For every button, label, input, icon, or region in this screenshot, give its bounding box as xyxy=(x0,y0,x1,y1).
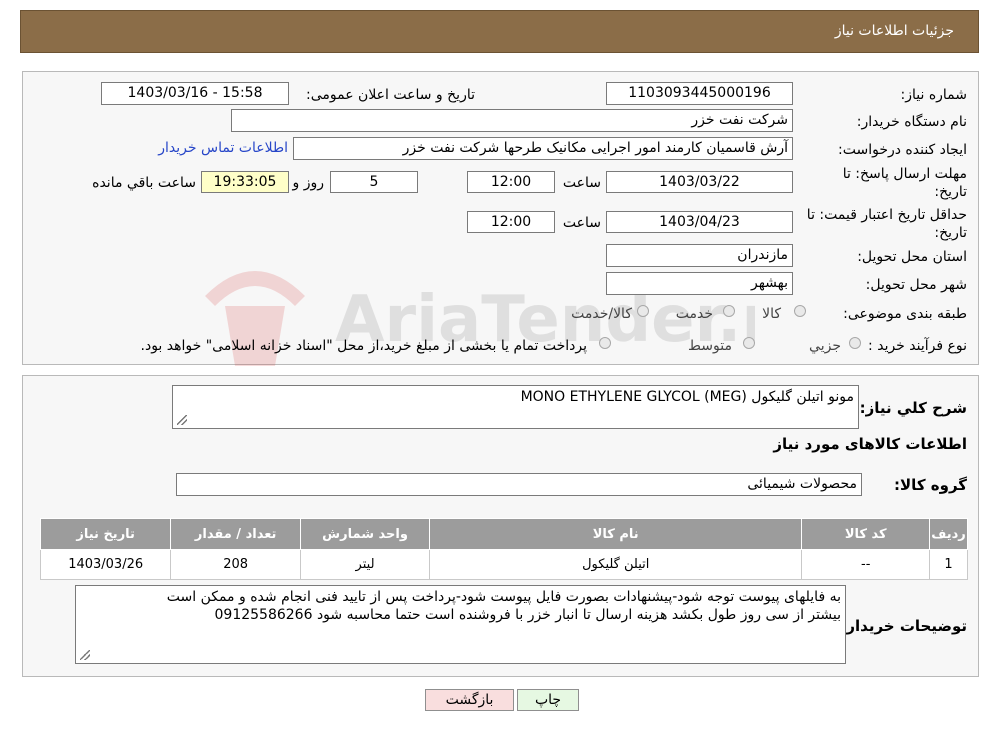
purchase-medium-label: متوسط xyxy=(688,338,732,354)
print-button[interactable]: چاپ xyxy=(517,689,579,711)
province-label: استان محل تحویل: xyxy=(857,249,967,265)
items-table: ردیف کد کالا نام کالا واحد شمارش تعداد /… xyxy=(39,518,968,580)
price-validity-date: 1403/04/23 xyxy=(606,211,793,233)
days-label: روز و xyxy=(292,175,325,191)
description-label: شرح كلي نياز: xyxy=(859,399,967,417)
cell-code: -- xyxy=(801,549,931,580)
buyer-notes-line2: بیشتر از سی روز طول بکشد هزینه ارسال تا … xyxy=(214,607,841,623)
buyer-notes-label: توضیحات خریدار: xyxy=(840,617,967,635)
goods-info-title: اطلاعات کالاهای مورد نیاز xyxy=(773,435,967,453)
table-row: 1 -- اتیلن گلیکول لیتر 208 1403/03/26 xyxy=(39,549,968,580)
cell-name: اتیلن گلیکول xyxy=(429,549,803,580)
category-service-label: خدمت xyxy=(675,306,713,322)
col-name-header: نام کالا xyxy=(429,518,803,550)
category-both-radio[interactable] xyxy=(637,305,649,317)
city-label: شهر محل تحویل: xyxy=(865,277,967,293)
need-number-label: شماره نیاز: xyxy=(900,87,968,103)
buyer-org-label: نام دستگاه خریدار: xyxy=(856,114,967,130)
page-header: جزئیات اطلاعات نیاز xyxy=(20,10,979,53)
back-button[interactable]: بازگشت xyxy=(425,689,514,711)
purchase-minor-label: جزيي xyxy=(809,338,841,354)
province-field: مازندران xyxy=(606,244,793,267)
reply-deadline-time: 12:00 xyxy=(467,171,555,193)
description-field: MONO ETHYLENE GLYCOL (MEG) مونو اتیلن گل… xyxy=(172,385,859,429)
items-table-wrapper: ردیف کد کالا نام کالا واحد شمارش تعداد /… xyxy=(39,518,968,580)
price-validity-time-label: ساعت xyxy=(562,215,601,231)
cell-row: 1 xyxy=(929,549,968,580)
buyer-org-field: شرکت نفت خزر xyxy=(231,109,793,132)
col-date-header: تاریخ نیاز xyxy=(39,518,172,550)
remaining-days: 5 xyxy=(330,171,418,193)
category-goods-label: کالا xyxy=(762,306,781,322)
remaining-time: 19:33:05 xyxy=(201,171,289,193)
category-both-label: کالا/خدمت xyxy=(571,306,632,322)
purchase-type-label: نوع فرآیند خرید : xyxy=(868,338,967,354)
description-text: MONO ETHYLENE GLYCOL (MEG) مونو اتیلن گل… xyxy=(520,389,854,405)
cell-quantity: 208 xyxy=(170,549,302,580)
category-label: طبقه بندی موضوعی: xyxy=(843,306,967,322)
treasury-checkbox[interactable] xyxy=(599,337,611,349)
goods-group-label: گروه کالا: xyxy=(894,476,967,494)
buyer-notes-field: به فایلهای پیوست توجه شود-پیشنهادات بصور… xyxy=(75,585,846,664)
announce-datetime-label: تاریخ و ساعت اعلان عمومی: xyxy=(306,87,475,103)
cell-date: 1403/03/26 xyxy=(39,549,172,580)
treasury-note: پرداخت تمام یا بخشی از مبلغ خرید،از محل … xyxy=(140,338,587,354)
price-validity-time: 12:00 xyxy=(467,211,555,233)
reply-deadline-date: 1403/03/22 xyxy=(606,171,793,193)
requester-field: آرش قاسمیان کارمند امور اجرایی مکانیک طر… xyxy=(293,137,793,160)
purchase-minor-radio[interactable] xyxy=(849,337,861,349)
reply-time-label: ساعت xyxy=(562,175,601,191)
announce-datetime-field: 1403/03/16 - 15:58 xyxy=(101,82,289,105)
col-code-header: کد کالا xyxy=(801,518,931,550)
reply-deadline-label-line1: مهلت ارسال پاسخ: تا xyxy=(842,166,967,182)
resize-handle[interactable] xyxy=(177,415,187,425)
remaining-label: ساعت باقي مانده xyxy=(92,175,196,191)
col-row-header: ردیف xyxy=(929,518,968,550)
price-validity-label-line1: حداقل تاریخ اعتبار قیمت: تا xyxy=(806,207,967,223)
col-unit-header: واحد شمارش xyxy=(300,518,431,550)
requester-label: ایجاد کننده درخواست: xyxy=(838,142,967,158)
notes-resize-handle[interactable] xyxy=(80,650,90,660)
col-quantity-header: تعداد / مقدار xyxy=(170,518,302,550)
cell-unit: لیتر xyxy=(300,549,431,580)
buyer-contact-link[interactable]: اطلاعات تماس خریدار xyxy=(158,140,288,156)
price-validity-label-line2: تاریخ: xyxy=(934,225,967,241)
category-goods-radio[interactable] xyxy=(794,305,806,317)
purchase-medium-radio[interactable] xyxy=(743,337,755,349)
buyer-notes-line1: به فایلهای پیوست توجه شود-پیشنهادات بصور… xyxy=(166,589,841,605)
need-number-field: 1103093445000196 xyxy=(606,82,793,105)
category-service-radio[interactable] xyxy=(723,305,735,317)
city-field: بهشهر xyxy=(606,272,793,295)
page-title: جزئیات اطلاعات نیاز xyxy=(834,23,954,39)
reply-deadline-label-line2: تاریخ: xyxy=(934,184,967,200)
goods-group-field: محصولات شیمیائی xyxy=(176,473,862,496)
